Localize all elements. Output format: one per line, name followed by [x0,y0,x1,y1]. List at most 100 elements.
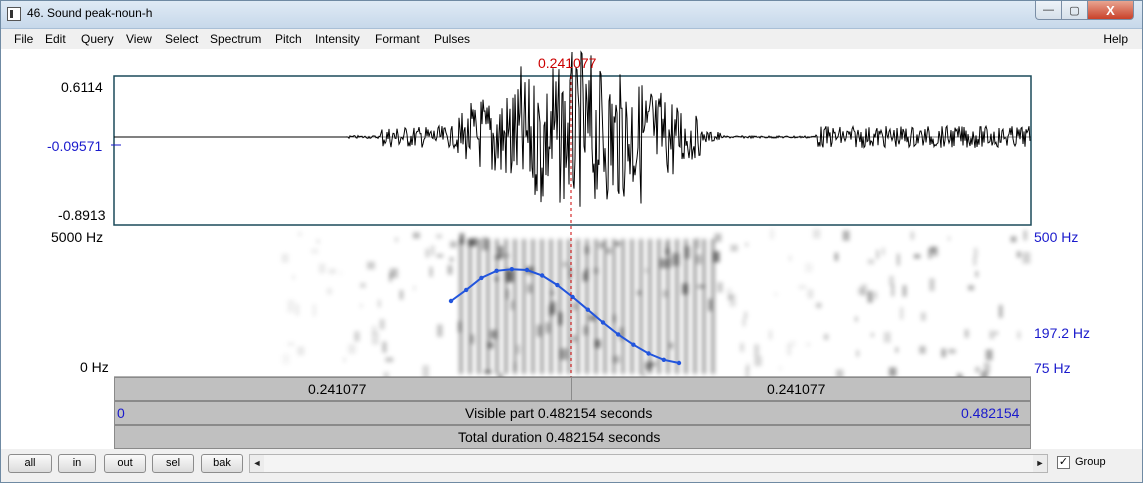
spectrogram-patch [412,232,420,239]
spectrogram-patch [606,248,612,254]
spectrogram-patch [311,248,319,254]
spectrogram-patch [867,259,875,265]
menu-query[interactable]: Query [81,32,114,46]
spectrogram-area[interactable] [114,226,1031,377]
pitch-cursor-label: 197.2 Hz [1034,325,1091,341]
spectrogram-patch [615,241,620,246]
spectrogram-patch [985,349,993,361]
spectrogram-patch [295,303,300,316]
spectrogram-patch [968,285,975,291]
voicing-striation [549,239,553,374]
spectrogram-patch [989,330,995,339]
pitch-bottom-label: 75 Hz [1034,360,1071,376]
spectrogram-patch [318,263,326,274]
spectrogram-patch [823,334,829,340]
pitch-point [448,298,454,304]
left-part-segment[interactable]: 0.241077 [115,378,572,400]
spectrogram-patch [964,329,969,338]
spectrogram-patch [316,239,320,244]
scroll-left-icon[interactable]: ◄ [250,455,264,472]
pitch-point [540,273,545,278]
spectrogram-patch [834,252,838,261]
spectrogram-patch [447,265,453,275]
spectrogram-patch [1016,251,1021,258]
pitch-point [616,332,621,337]
voicing-striation [558,239,562,374]
visible-part-bar[interactable]: Visible part 0.482154 seconds [114,401,1031,425]
spectrogram-patch [312,304,316,317]
voicing-striation [666,239,670,374]
menu-select[interactable]: Select [165,32,198,46]
sound-graphics[interactable] [1,49,1142,379]
time-scrollbar[interactable]: ◄ ► [249,454,1048,473]
visible-end-time: 0.482154 [961,405,1020,421]
title-bar[interactable]: 46. Sound peak-noun-h — ▢ X [1,1,1142,29]
spectrogram-patch [354,331,360,342]
spectrogram-patch [975,271,978,277]
pitch-point [646,351,651,356]
spectrogram-patch [883,332,891,343]
spectrogram-patch [974,247,978,257]
group-checkbox[interactable]: ✓ [1057,456,1070,469]
zoom-out-button[interactable]: out [104,454,146,473]
voicing-striation [513,239,517,374]
spectrogram-patch [895,347,898,353]
spectrogram-patch [856,350,859,357]
spectrogram-patch [817,302,821,309]
voicing-striation [594,239,598,374]
spectrogram-patch [425,248,430,258]
spectrogram-patch [941,348,946,358]
zoom-in-button[interactable]: in [58,454,96,473]
spectrogram-patch [360,282,366,288]
menu-help[interactable]: Help [1103,32,1128,46]
menu-view[interactable]: View [126,32,152,46]
zoom-selection-button[interactable]: sel [152,454,194,473]
spectrogram-patch [929,278,935,291]
menu-pulses[interactable]: Pulses [434,32,470,46]
voicing-striation [459,239,463,374]
spectrogram-patch [995,331,998,335]
menu-pitch[interactable]: Pitch [275,32,302,46]
zoom-all-button[interactable]: all [8,454,52,473]
spectrogram-patch [742,318,746,327]
menu-intensity[interactable]: Intensity [315,32,360,46]
voicing-striation [603,239,607,374]
spectrogram-patch [367,261,375,270]
spectrogram-patch [437,324,443,337]
menu-formant[interactable]: Formant [375,32,420,46]
zoom-back-button[interactable]: bak [201,454,243,473]
visible-start-time: 0 [117,405,125,421]
spectrogram-patch [973,256,976,266]
menu-edit[interactable]: Edit [45,32,66,46]
spectrogram-patch [867,291,873,303]
spectrogram-patch [806,342,811,347]
spectrogram-patch [861,284,867,296]
pitch-point [631,342,636,347]
total-duration-label: Total duration 0.482154 seconds [458,429,661,445]
spectrogram-patch [328,268,336,274]
minimize-button[interactable]: — [1035,1,1062,20]
total-duration-bar[interactable]: Total duration 0.482154 seconds [114,425,1031,449]
spectrogram-patch [948,236,951,241]
spectrogram-patch [900,307,904,320]
spectrogram-patch [385,357,394,362]
menu-spectrum[interactable]: Spectrum [210,32,261,46]
voicing-striation [495,239,499,374]
maximize-button[interactable]: ▢ [1061,1,1088,20]
selection-bar[interactable]: 0.241077 0.241077 [114,377,1031,401]
spectrogram-patch [975,367,980,373]
spectrogram-patch [1010,236,1017,243]
app-icon [7,7,21,21]
close-button[interactable]: X [1087,1,1134,20]
voicing-striation [612,239,616,374]
voicing-striation [576,239,580,374]
spectrogram-patch [891,284,894,297]
spectrogram-patch [297,346,305,356]
voicing-striation [540,239,544,374]
menu-file[interactable]: File [14,32,33,46]
scroll-right-icon[interactable]: ► [1033,455,1047,472]
spectrogram-patch [697,238,700,249]
spectrogram-patch [326,287,332,295]
spectrogram-patch [1017,331,1021,339]
menu-bar: File Edit Query View Select Spectrum Pit… [1,29,1142,49]
